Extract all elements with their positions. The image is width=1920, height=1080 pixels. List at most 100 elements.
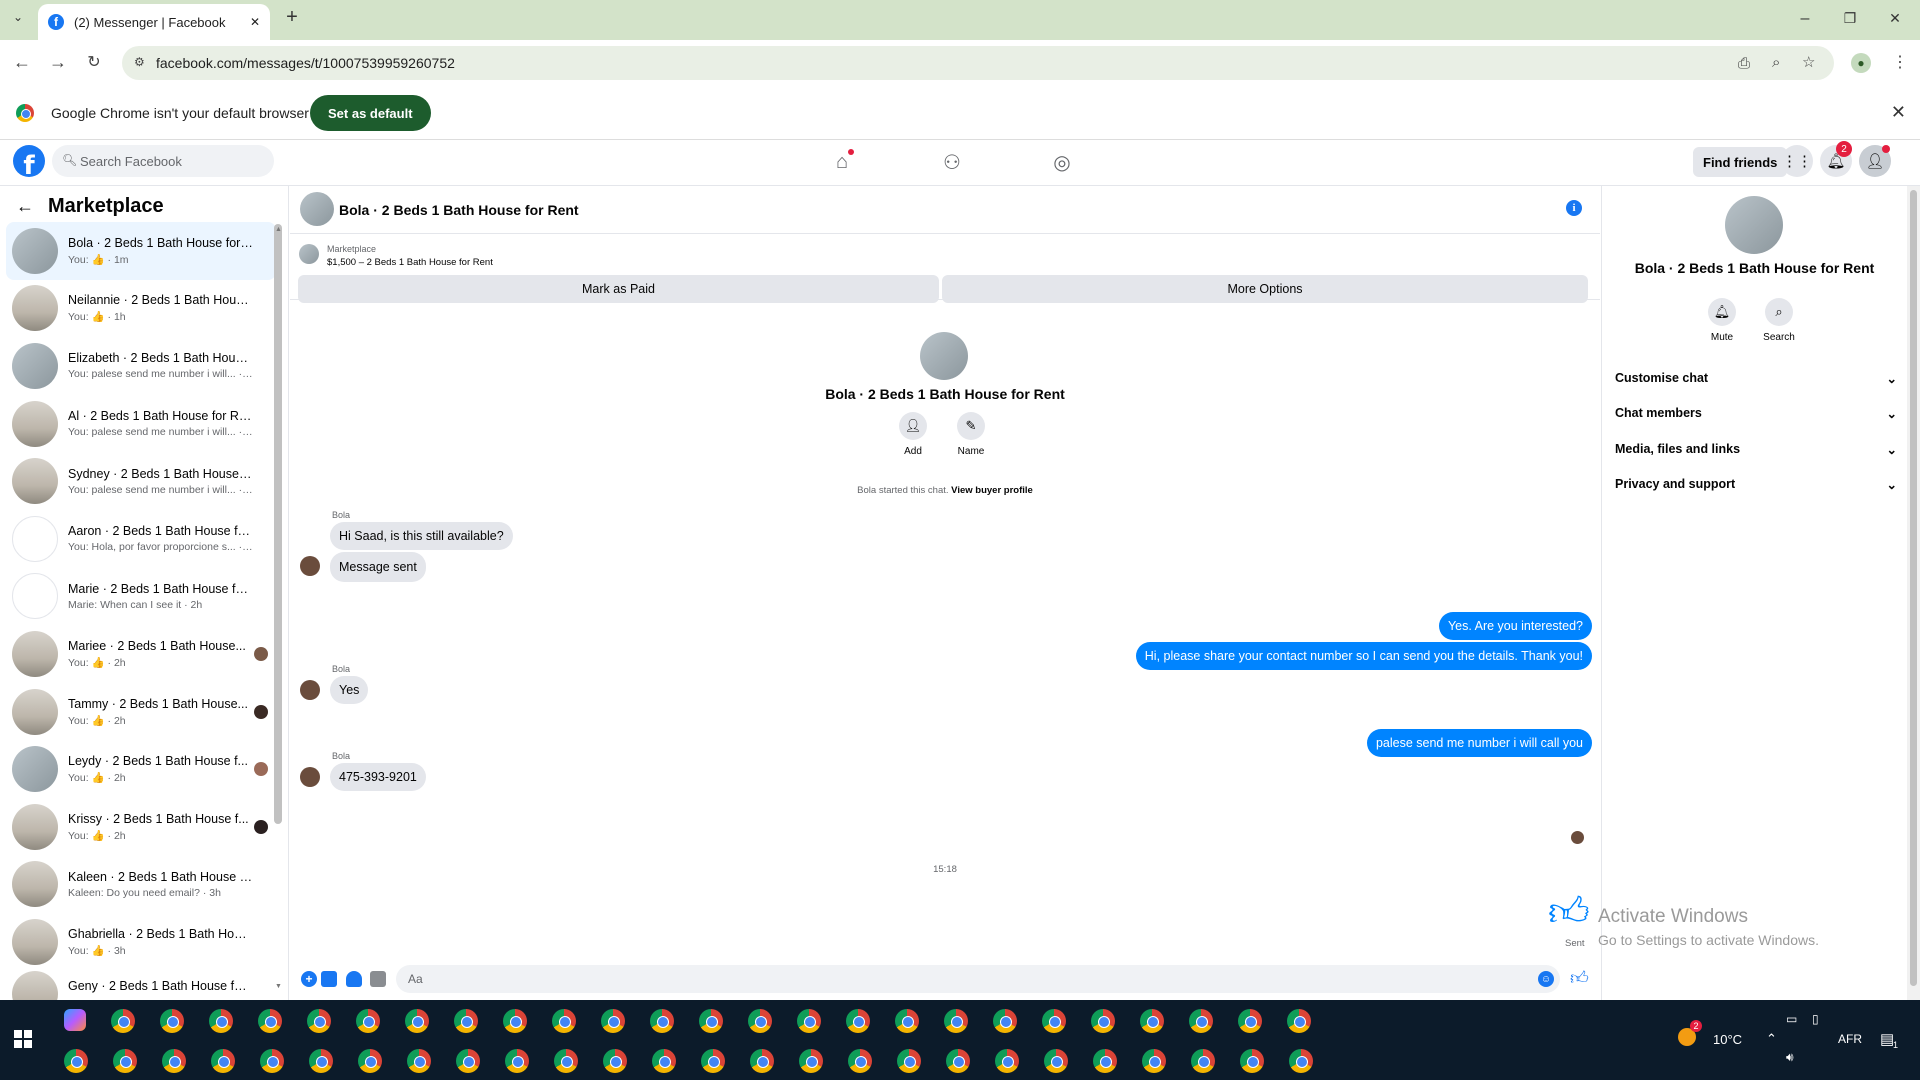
plus-icon[interactable]: + [301, 971, 317, 987]
chrome-window-icon[interactable] [1044, 1049, 1068, 1073]
listing-thumbnail[interactable] [299, 244, 319, 264]
info-icon[interactable]: i [1566, 200, 1582, 216]
gif-icon[interactable] [370, 971, 386, 987]
chrome-window-icon[interactable] [552, 1009, 576, 1033]
chrome-window-icon[interactable] [405, 1009, 429, 1033]
chrome-window-icon[interactable] [505, 1049, 529, 1073]
chrome-window-icon[interactable] [797, 1009, 821, 1033]
friends-icon[interactable]: ⚇ [939, 149, 965, 175]
chrome-window-icon[interactable] [356, 1009, 380, 1033]
search-in-chat-button[interactable]: ⌕ Search [1754, 298, 1804, 343]
chrome-window-icon[interactable] [160, 1009, 184, 1033]
chrome-window-icon[interactable] [113, 1049, 137, 1073]
tab-search-icon[interactable]: ⌄ [8, 10, 28, 24]
chat-title[interactable]: Bola · 2 Beds 1 Bath House for Rent [339, 202, 579, 218]
emoji-icon[interactable]: ☺ [1538, 971, 1554, 987]
find-friends-button[interactable]: Find friends [1693, 147, 1788, 177]
chrome-window-icon[interactable] [946, 1049, 970, 1073]
magnifier-icon[interactable]: ⌕ [1765, 298, 1793, 326]
mute-button[interactable]: 🔔︎ Mute [1697, 298, 1747, 343]
conversation-item[interactable]: Mariee · 2 Beds 1 Bath House... You: 👍 · … [6, 625, 276, 683]
minimize-button[interactable]: – [1795, 10, 1815, 28]
chrome-window-icon[interactable] [846, 1009, 870, 1033]
chrome-window-icon[interactable] [258, 1009, 282, 1033]
chrome-window-icon[interactable] [1142, 1049, 1166, 1073]
chrome-window-icon[interactable] [1287, 1009, 1311, 1033]
chrome-window-icon[interactable] [1240, 1049, 1264, 1073]
edit-name-icon[interactable]: ✎ [957, 412, 985, 440]
conversation-item[interactable]: Ghabriella · 2 Beds 1 Bath Hous... You: 👍… [6, 913, 276, 971]
conversation-item[interactable]: Geny · 2 Beds 1 Bath House for ... [6, 970, 276, 1001]
browser-tab[interactable]: f (2) Messenger | Facebook ✕ [38, 4, 270, 40]
chrome-window-icon[interactable] [1191, 1049, 1215, 1073]
conversation-item[interactable]: Marie · 2 Beds 1 Bath House for... Marie:… [6, 568, 276, 626]
set-as-default-button[interactable]: Set as default [310, 95, 431, 131]
back-icon[interactable]: ← [11, 52, 33, 73]
groups-icon[interactable]: ◎ [1049, 149, 1075, 175]
chrome-window-icon[interactable] [358, 1049, 382, 1073]
listing-price-title[interactable]: $1,500 – 2 Beds 1 Bath House for Rent [327, 257, 493, 268]
conversation-list-scrollbar[interactable] [274, 224, 282, 824]
conversation-item[interactable]: Kaleen · 2 Beds 1 Bath House fo... Kaleen… [6, 856, 276, 914]
customise-chat-section[interactable]: Customise chat ⌄ [1615, 371, 1897, 386]
chrome-window-icon[interactable] [750, 1049, 774, 1073]
temperature[interactable]: 10°C [1713, 1032, 1742, 1047]
chrome-window-icon[interactable] [652, 1049, 676, 1073]
chrome-window-icon[interactable] [748, 1009, 772, 1033]
chrome-window-icon[interactable] [1238, 1009, 1262, 1033]
conversation-item[interactable]: Tammy · 2 Beds 1 Bath House... You: 👍 · 2… [6, 683, 276, 741]
conversation-item[interactable]: Neilannie · 2 Beds 1 Bath House... You: 👍… [6, 280, 276, 338]
network-icon[interactable]: ▭ [1786, 1012, 1797, 1026]
chrome-window-icon[interactable] [1140, 1009, 1164, 1033]
conversation-item[interactable]: Elizabeth · 2 Beds 1 Bath House... You: p… [6, 337, 276, 395]
address-bar[interactable]: ⚙ facebook.com/messages/t/10007539959260… [122, 46, 1834, 80]
chrome-window-icon[interactable] [454, 1009, 478, 1033]
tray-chevron-icon[interactable]: ⌃ [1766, 1031, 1777, 1047]
mute-bell-icon[interactable]: 🔔︎ [1708, 298, 1736, 326]
chrome-window-icon[interactable] [650, 1009, 674, 1033]
chat-avatar[interactable] [300, 192, 334, 226]
site-info-icon[interactable]: ⚙ [134, 55, 145, 69]
install-app-icon[interactable]: ⎙ [1738, 55, 1750, 72]
infobar-close-button[interactable]: ✕ [1891, 102, 1906, 123]
privacy-support-section[interactable]: Privacy and support ⌄ [1615, 477, 1897, 492]
forward-icon[interactable]: → [47, 52, 69, 73]
chrome-window-icon[interactable] [848, 1049, 872, 1073]
chrome-window-icon[interactable] [1042, 1009, 1066, 1033]
conversation-item[interactable]: Sydney · 2 Beds 1 Bath House f... You: pa… [6, 452, 276, 510]
zoom-icon[interactable]: ⌕ [1772, 54, 1780, 71]
volume-icon[interactable]: 🔊︎ [1786, 1050, 1794, 1065]
send-like-icon[interactable]: 👍︎ [1570, 967, 1589, 989]
bookmark-star-icon[interactable]: ☆ [1802, 53, 1815, 71]
chrome-window-icon[interactable] [209, 1009, 233, 1033]
chrome-window-icon[interactable] [701, 1049, 725, 1073]
chrome-window-icon[interactable] [993, 1009, 1017, 1033]
mark-as-paid-button[interactable]: Mark as Paid [298, 275, 939, 303]
chrome-window-icon[interactable] [799, 1049, 823, 1073]
chrome-window-icon[interactable] [897, 1049, 921, 1073]
chrome-window-icon[interactable] [211, 1049, 235, 1073]
conversation-item[interactable]: Leydy · 2 Beds 1 Bath House f... You: 👍 ·… [6, 740, 276, 798]
chrome-window-icon[interactable] [1289, 1049, 1313, 1073]
chrome-window-icon[interactable] [895, 1009, 919, 1033]
photo-icon[interactable] [321, 971, 337, 987]
tab-close-icon[interactable]: ✕ [250, 15, 260, 29]
copilot-icon[interactable] [64, 1009, 86, 1031]
page-scrollbar-thumb[interactable] [1910, 190, 1917, 986]
facebook-search-input[interactable]: 🔍︎ Search Facebook [52, 145, 274, 177]
chrome-window-icon[interactable] [601, 1009, 625, 1033]
media-files-links-section[interactable]: Media, files and links ⌄ [1615, 442, 1897, 457]
chrome-window-icon[interactable] [307, 1009, 331, 1033]
maximize-button[interactable]: ❐ [1840, 10, 1860, 27]
chrome-window-icon[interactable] [162, 1049, 186, 1073]
facebook-logo-icon[interactable]: f [13, 145, 45, 177]
battery-icon[interactable]: ▯ [1812, 1012, 1819, 1026]
message-input[interactable]: Aa ☺ [396, 965, 1560, 993]
language-indicator[interactable]: AFR [1838, 1032, 1862, 1046]
chrome-window-icon[interactable] [554, 1049, 578, 1073]
chrome-window-icon[interactable] [64, 1049, 88, 1073]
chrome-window-icon[interactable] [995, 1049, 1019, 1073]
chrome-window-icon[interactable] [699, 1009, 723, 1033]
scroll-up-icon[interactable]: ▲ [275, 226, 282, 233]
windows-start-icon[interactable] [14, 1030, 32, 1048]
